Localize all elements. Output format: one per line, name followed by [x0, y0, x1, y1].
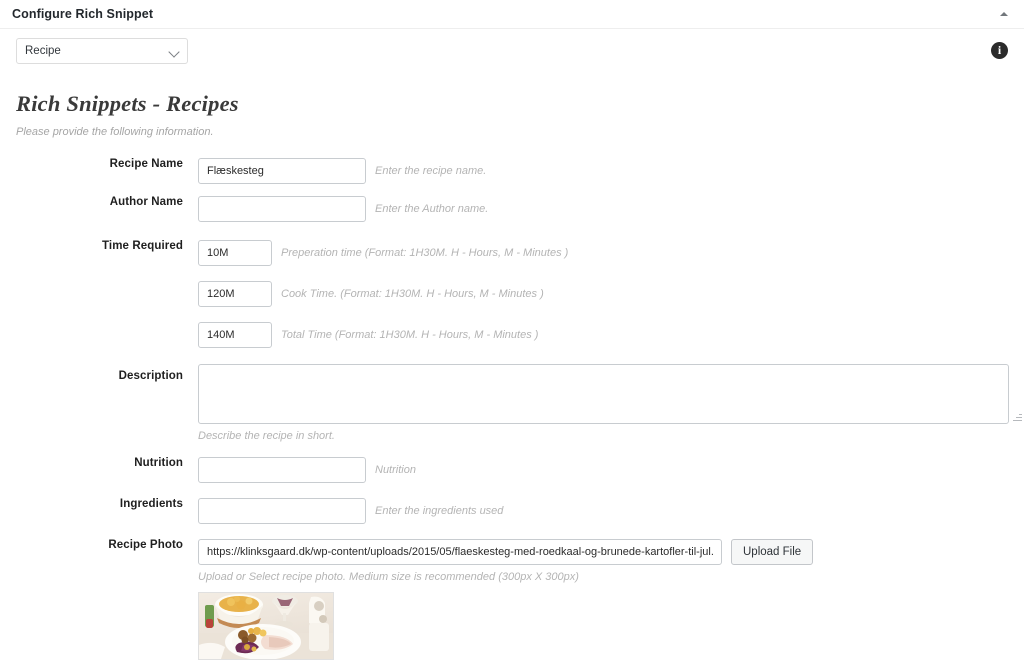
- recipe-photo-image: [199, 593, 333, 659]
- hint-total-time: Total Time (Format: 1H30M. H - Hours, M …: [281, 329, 539, 341]
- chevron-up-icon: [1000, 12, 1008, 16]
- hint-cook-time: Cook Time. (Format: 1H30M. H - Hours, M …: [281, 288, 544, 300]
- hint-author-name: Enter the Author name.: [375, 203, 489, 215]
- form-row-recipe-name: Recipe Name Enter the recipe name.: [0, 158, 1024, 184]
- label-time-required: Time Required: [102, 240, 183, 252]
- form-row-author-name: Author Name Enter the Author name.: [0, 196, 1024, 222]
- snippet-type-selected-value: Recipe: [25, 45, 61, 57]
- info-icon[interactable]: i: [991, 42, 1008, 59]
- prep-time-input[interactable]: [198, 240, 272, 266]
- hint-recipe-name: Enter the recipe name.: [375, 165, 487, 177]
- chevron-down-icon: [168, 46, 180, 58]
- total-time-input[interactable]: [198, 322, 272, 348]
- description-textarea[interactable]: [198, 364, 1009, 424]
- hint-ingredients: Enter the ingredients used: [375, 505, 504, 517]
- author-name-input[interactable]: [198, 196, 366, 222]
- page-subtitle: Please provide the following information…: [16, 126, 214, 138]
- cook-time-input[interactable]: [198, 281, 272, 307]
- ingredients-input[interactable]: [198, 498, 366, 524]
- rich-snippet-form: Recipe Name Enter the recipe name. Autho…: [0, 138, 1024, 660]
- form-row-description: Description Describe the recipe in short…: [0, 364, 1024, 442]
- hint-description: Describe the recipe in short.: [198, 430, 335, 442]
- snippet-type-select[interactable]: Recipe: [16, 38, 188, 64]
- label-recipe-photo: Recipe Photo: [108, 539, 183, 551]
- heading-block: Rich Snippets - Recipes Please provide t…: [0, 75, 1024, 138]
- label-recipe-name: Recipe Name: [109, 158, 183, 170]
- page-title: Rich Snippets - Recipes: [16, 91, 239, 116]
- hint-nutrition: Nutrition: [375, 464, 416, 476]
- top-control-row: Recipe i: [0, 29, 1024, 75]
- recipe-name-input[interactable]: [198, 158, 366, 184]
- form-row-cook-time: Cook Time. (Format: 1H30M. H - Hours, M …: [0, 281, 1024, 307]
- label-ingredients: Ingredients: [119, 498, 183, 510]
- panel-toggle-button[interactable]: [990, 0, 1018, 28]
- form-row-total-time: Total Time (Format: 1H30M. H - Hours, M …: [0, 322, 1024, 348]
- panel-title: Configure Rich Snippet: [12, 7, 154, 21]
- panel-header: Configure Rich Snippet: [0, 0, 1024, 29]
- form-row-recipe-photo: Recipe Photo Upload File Upload or Selec…: [0, 539, 1024, 660]
- resize-grip-icon[interactable]: [1012, 412, 1022, 422]
- form-row-ingredients: Ingredients Enter the ingredients used: [0, 498, 1024, 524]
- label-description: Description: [118, 370, 183, 382]
- hint-recipe-photo: Upload or Select recipe photo. Medium si…: [198, 571, 579, 583]
- recipe-photo-preview[interactable]: [198, 592, 334, 660]
- label-author-name: Author Name: [109, 196, 183, 208]
- hint-prep-time: Preperation time (Format: 1H30M. H - Hou…: [281, 247, 569, 259]
- form-row-nutrition: Nutrition Nutrition: [0, 457, 1024, 483]
- recipe-photo-url-input[interactable]: [198, 539, 722, 565]
- nutrition-input[interactable]: [198, 457, 366, 483]
- label-nutrition: Nutrition: [134, 457, 183, 469]
- upload-file-button[interactable]: Upload File: [731, 539, 814, 565]
- form-row-prep-time: Time Required Preperation time (Format: …: [0, 240, 1024, 266]
